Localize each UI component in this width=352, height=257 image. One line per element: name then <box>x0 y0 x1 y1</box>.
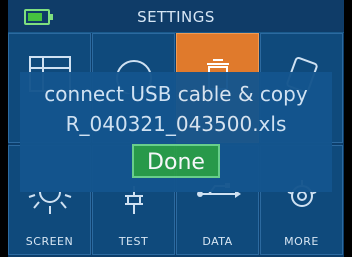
usb-copy-dialog: connect USB cable & copy R_040321_043500… <box>20 72 332 192</box>
page-title: SETTINGS <box>137 8 215 26</box>
device-screen: SETTINGS SCREEN TEST DATA MORE connect U… <box>8 0 344 257</box>
status-bar: SETTINGS <box>8 0 344 33</box>
menu-item-label: MORE <box>284 235 319 248</box>
dialog-message-line1: connect USB cable & copy <box>44 82 308 106</box>
done-button[interactable]: Done <box>132 144 220 178</box>
menu-item-label: SCREEN <box>25 235 74 248</box>
menu-item-label: TEST <box>118 235 149 248</box>
menu-item-label: DATA <box>202 235 233 248</box>
dialog-filename: R_040321_043500.xls <box>65 112 287 136</box>
